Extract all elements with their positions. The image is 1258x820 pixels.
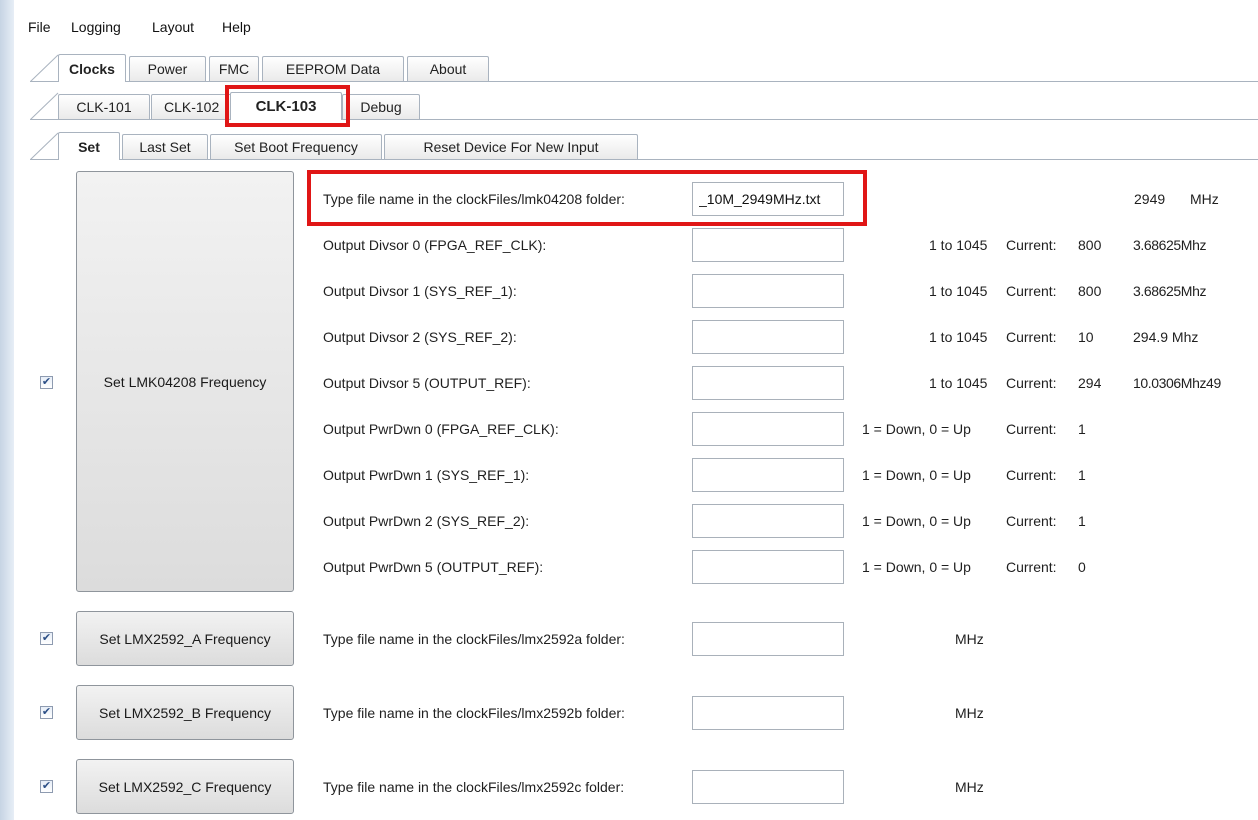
set-lmx2592-a-frequency-button[interactable]: Set LMX2592_A Frequency: [76, 611, 294, 666]
divisor-5-current-label: Current:: [1006, 375, 1057, 391]
divisor-0-input[interactable]: [692, 228, 844, 262]
set-lmx2592-b-frequency-button[interactable]: Set LMX2592_B Frequency: [76, 685, 294, 740]
pwrdwn-0-label: Output PwrDwn 0 (FPGA_REF_CLK):: [323, 421, 559, 437]
divisor-5-current-value: 294: [1078, 375, 1102, 391]
tab-clk-102[interactable]: CLK-102: [151, 94, 235, 119]
tab-set[interactable]: Set: [58, 132, 120, 160]
menu-layout[interactable]: Layout: [152, 19, 194, 35]
divisor-0-current-label: Current:: [1006, 237, 1057, 253]
menu-logging[interactable]: Logging: [71, 19, 121, 35]
tab-slant-decoration: [30, 92, 59, 120]
divisor-5-result: 10.0306Mhz49: [1133, 375, 1221, 391]
divisor-5-input[interactable]: [692, 366, 844, 400]
tab-slant-decoration: [30, 54, 59, 82]
pwrdwn-0-range: 1 = Down, 0 = Up: [862, 421, 971, 437]
pwrdwn-5-current-value: 0: [1078, 559, 1086, 575]
tab-bar-baseline: [30, 81, 1258, 82]
lmx-b-file-label: Type file name in the clockFiles/lmx2592…: [323, 705, 625, 721]
divisor-0-current-value: 800: [1078, 237, 1102, 253]
clk-tab-bar: CLK-101 CLK-102 CLK-103 Debug: [30, 92, 1258, 120]
check-icon: ✔: [41, 706, 52, 718]
lmx-c-checkbox[interactable]: ✔: [40, 780, 53, 793]
set-lmx2592-c-frequency-button[interactable]: Set LMX2592_C Frequency: [76, 759, 294, 814]
lmx-c-file-label: Type file name in the clockFiles/lmx2592…: [323, 779, 625, 795]
divisor-1-range: 1 to 1045: [929, 283, 988, 299]
divisor-5-range: 1 to 1045: [929, 375, 988, 391]
divisor-2-current-label: Current:: [1006, 329, 1057, 345]
pwrdwn-1-label: Output PwrDwn 1 (SYS_REF_1):: [323, 467, 530, 483]
divisor-1-result: 3.68625Mhz: [1133, 283, 1207, 299]
pwrdwn-1-current-value: 1: [1078, 467, 1086, 483]
check-icon: ✔: [41, 376, 52, 388]
pwrdwn-2-label: Output PwrDwn 2 (SYS_REF_2):: [323, 513, 530, 529]
divisor-2-input[interactable]: [692, 320, 844, 354]
divisor-2-label: Output Divsor 2 (SYS_REF_2):: [323, 329, 517, 345]
tab-about[interactable]: About: [407, 56, 489, 81]
lmx-a-unit: MHz: [955, 631, 984, 647]
divisor-0-label: Output Divsor 0 (FPGA_REF_CLK):: [323, 237, 547, 253]
divisor-0-result: 3.68625Mhz: [1133, 237, 1207, 253]
pwrdwn-5-input[interactable]: [692, 550, 844, 584]
window-left-frame: [0, 0, 14, 820]
lmx-b-file-input[interactable]: [692, 696, 844, 730]
tab-fmc[interactable]: FMC: [209, 56, 259, 81]
pwrdwn-2-current-label: Current:: [1006, 513, 1057, 529]
pwrdwn-5-range: 1 = Down, 0 = Up: [862, 559, 971, 575]
pwrdwn-2-current-value: 1: [1078, 513, 1086, 529]
pwrdwn-5-current-label: Current:: [1006, 559, 1057, 575]
tab-set-boot-frequency[interactable]: Set Boot Frequency: [210, 134, 382, 159]
lmk-freq-unit: MHz: [1190, 191, 1219, 207]
set-lmk04208-frequency-button[interactable]: Set LMK04208 Frequency: [76, 171, 294, 592]
highlight-box-file-input: [307, 170, 867, 226]
pwrdwn-0-current-value: 1: [1078, 421, 1086, 437]
divisor-2-result: 294.9 Mhz: [1133, 329, 1199, 345]
menu-bar: File Logging Layout Help: [14, 0, 1258, 38]
divisor-0-range: 1 to 1045: [929, 237, 988, 253]
pwrdwn-0-input[interactable]: [692, 412, 844, 446]
tab-clk-101[interactable]: CLK-101: [58, 94, 150, 119]
tab-clocks[interactable]: Clocks: [58, 54, 126, 82]
highlight-box-clk-103: [225, 85, 350, 127]
pwrdwn-5-label: Output PwrDwn 5 (OUTPUT_REF):: [323, 559, 544, 575]
divisor-1-input[interactable]: [692, 274, 844, 308]
divisor-1-label: Output Divsor 1 (SYS_REF_1):: [323, 283, 517, 299]
divisor-2-current-value: 10: [1078, 329, 1094, 345]
divisor-1-current-label: Current:: [1006, 283, 1057, 299]
menu-file[interactable]: File: [28, 19, 51, 35]
lmx-a-file-label: Type file name in the clockFiles/lmx2592…: [323, 631, 625, 647]
divisor-5-label: Output Divsor 5 (OUTPUT_REF):: [323, 375, 531, 391]
check-icon: ✔: [41, 632, 52, 644]
lmk-checkbox[interactable]: ✔: [40, 376, 53, 389]
menu-help[interactable]: Help: [222, 19, 251, 35]
divisor-2-range: 1 to 1045: [929, 329, 988, 345]
set-tab-bar: Set Last Set Set Boot Frequency Reset De…: [30, 132, 1258, 160]
pwrdwn-2-input[interactable]: [692, 504, 844, 538]
lmk-freq-value: 2949: [1134, 191, 1166, 207]
pwrdwn-1-range: 1 = Down, 0 = Up: [862, 467, 971, 483]
tab-reset-device[interactable]: Reset Device For New Input: [384, 134, 638, 159]
tab-bar-baseline: [30, 119, 1258, 120]
tab-last-set[interactable]: Last Set: [122, 134, 208, 159]
tab-bar-baseline: [30, 159, 1258, 160]
pwrdwn-0-current-label: Current:: [1006, 421, 1057, 437]
lmx-b-checkbox[interactable]: ✔: [40, 706, 53, 719]
tab-power[interactable]: Power: [129, 56, 206, 81]
lmx-c-unit: MHz: [955, 779, 984, 795]
divisor-1-current-value: 800: [1078, 283, 1102, 299]
lmx-a-file-input[interactable]: [692, 622, 844, 656]
tab-slant-decoration: [30, 132, 59, 160]
lmx-b-unit: MHz: [955, 705, 984, 721]
main-tab-bar: Clocks Power FMC EEPROM Data About: [30, 54, 1258, 82]
pwrdwn-1-input[interactable]: [692, 458, 844, 492]
check-icon: ✔: [41, 780, 52, 792]
tab-eeprom-data[interactable]: EEPROM Data: [262, 56, 404, 81]
pwrdwn-1-current-label: Current:: [1006, 467, 1057, 483]
lmx-c-file-input[interactable]: [692, 770, 844, 804]
tab-debug[interactable]: Debug: [342, 94, 420, 119]
lmx-a-checkbox[interactable]: ✔: [40, 632, 53, 645]
pwrdwn-2-range: 1 = Down, 0 = Up: [862, 513, 971, 529]
